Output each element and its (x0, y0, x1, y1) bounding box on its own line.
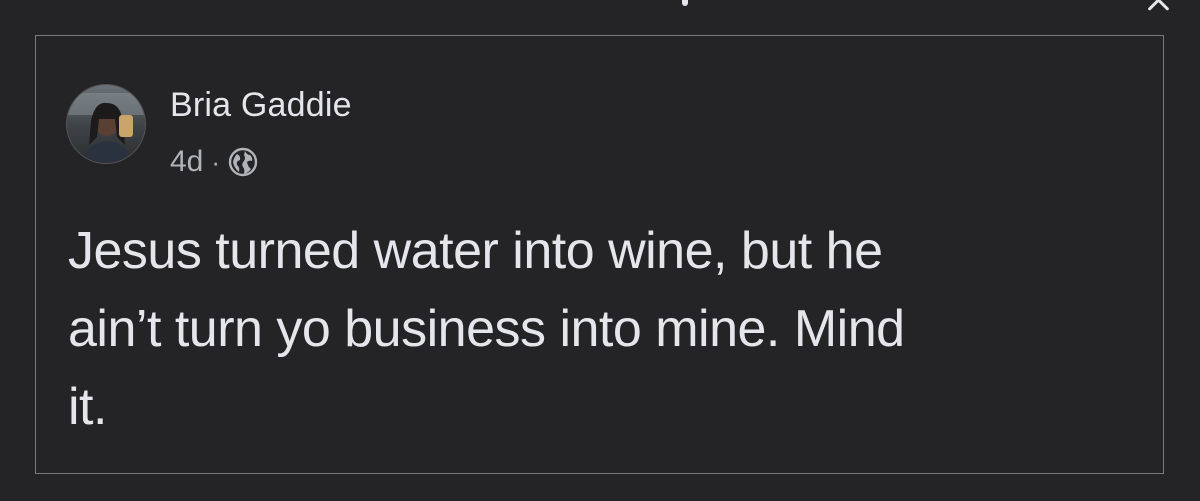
globe-icon[interactable] (228, 147, 258, 177)
author-name[interactable]: Bria Gaddie (170, 86, 352, 125)
avatar-image (67, 85, 145, 163)
close-icon[interactable] (1144, 0, 1172, 14)
meta-separator: · (211, 146, 221, 177)
post-timestamp[interactable]: 4d (170, 145, 203, 179)
post-meta: 4d · (170, 142, 258, 182)
top-bar-fragment (682, 0, 688, 6)
avatar[interactable] (66, 84, 146, 164)
post-body-text: Jesus turned water into wine, but he ain… (68, 222, 905, 436)
top-bar (0, 0, 1200, 12)
